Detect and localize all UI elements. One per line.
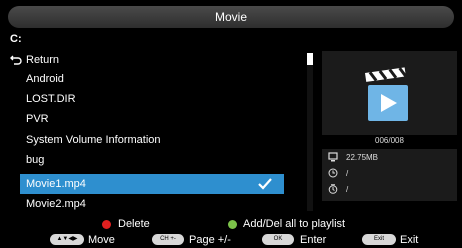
- preview-panel: [322, 51, 457, 135]
- list-item-label: Return: [26, 54, 60, 66]
- list-item[interactable]: Movie2.mp4: [8, 194, 302, 214]
- green-key-icon: [228, 220, 237, 229]
- timer-icon: [328, 184, 338, 194]
- list-item-label: LOST.DIR: [26, 93, 76, 105]
- checkmark-icon: [258, 178, 272, 190]
- list-item-return[interactable]: Return: [8, 50, 302, 70]
- enter-hint: Enter: [300, 234, 327, 246]
- arrow-keys-icon: ▲▼◀▶: [50, 234, 84, 245]
- move-hint: Move: [88, 234, 115, 246]
- scrollbar-thumb[interactable]: [307, 53, 313, 65]
- duration-value: /: [346, 169, 349, 178]
- page-hint: Page +/-: [189, 234, 231, 246]
- file-size-value: 22.75MB: [346, 153, 379, 162]
- file-list: Return Android LOST.DIR PVR System Volum…: [8, 50, 302, 214]
- list-item-label: Movie2.mp4: [26, 198, 86, 210]
- scrollbar-track[interactable]: [307, 53, 313, 211]
- clock-icon: [328, 168, 338, 178]
- exit-key-icon: Exit: [362, 234, 396, 245]
- window-title: Movie: [8, 6, 454, 28]
- list-item[interactable]: PVR: [8, 109, 302, 129]
- list-item-label: bug: [26, 154, 45, 166]
- playlist-hint: Add/Del all to playlist: [243, 218, 346, 230]
- list-item[interactable]: LOST.DIR: [8, 89, 302, 109]
- color-key-hints: Delete Add/Del all to playlist: [0, 217, 462, 231]
- channel-key-icon: CH +-: [152, 234, 184, 245]
- list-item[interactable]: Android: [8, 69, 302, 89]
- list-item-label: System Volume Information: [26, 134, 161, 146]
- file-size-icon: [328, 152, 338, 162]
- ok-key-icon: OK: [262, 234, 294, 245]
- exit-hint: Exit: [400, 234, 419, 246]
- movie-clapperboard-icon: [365, 67, 408, 121]
- navigation-hints: ▲▼◀▶ Move CH +- Page +/- OK Enter Exit E…: [0, 233, 462, 248]
- file-counter: 006/008: [375, 136, 404, 145]
- list-item[interactable]: System Volume Information: [8, 130, 302, 150]
- list-item-label: Movie1.mp4: [26, 178, 86, 190]
- list-item[interactable]: bug: [8, 150, 302, 170]
- list-item-label: PVR: [26, 113, 49, 125]
- return-icon: [10, 55, 22, 65]
- red-key-icon: [102, 220, 111, 229]
- list-item-label: Android: [26, 73, 64, 85]
- delete-hint: Delete: [118, 218, 150, 230]
- file-info-panel: 22.75MB / /: [322, 149, 457, 201]
- date-value: /: [346, 185, 349, 194]
- current-path: C:: [10, 33, 22, 45]
- list-item-selected[interactable]: Movie1.mp4: [20, 174, 284, 194]
